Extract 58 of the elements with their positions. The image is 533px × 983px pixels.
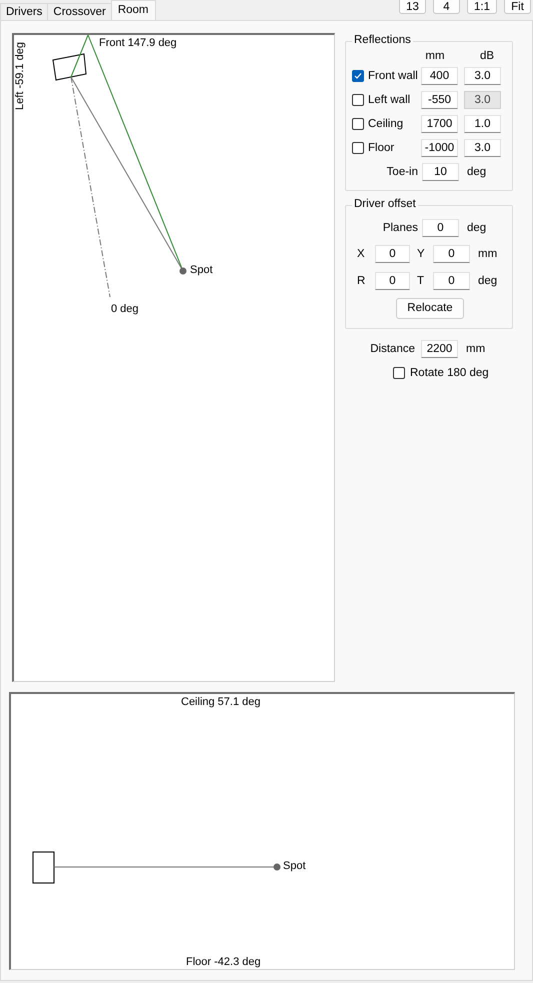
- checkbox[interactable]: [352, 94, 364, 106]
- floor-angle-label: Floor -42.3 deg: [186, 956, 261, 968]
- zoom-button[interactable]: 13: [399, 0, 426, 14]
- input-field[interactable]: -1000: [421, 139, 458, 157]
- left-angle-label: Left -59.1 deg: [14, 42, 26, 110]
- input-field[interactable]: 0: [433, 272, 470, 290]
- tab[interactable]: Drivers: [0, 3, 48, 20]
- unit-label: deg: [467, 166, 486, 178]
- input-field[interactable]: 0: [375, 272, 410, 290]
- front-angle-label: Front 147.9 deg: [99, 37, 177, 49]
- group-title: Driver offset: [352, 198, 418, 210]
- ceiling-angle-label: Ceiling 57.1 deg: [181, 696, 261, 708]
- field-label: X: [357, 248, 366, 260]
- field-label: Y: [417, 248, 426, 260]
- column-header: dB: [478, 50, 496, 62]
- input-field[interactable]: 0: [433, 244, 470, 262]
- unit-label: mm: [466, 343, 486, 355]
- axis-label: 0 deg: [111, 303, 139, 315]
- speaker-drawing: [32, 852, 54, 884]
- field-label: Planes: [382, 222, 418, 234]
- column-header: mm: [424, 50, 446, 62]
- group-title: Reflections: [352, 34, 413, 46]
- input-field[interactable]: -550: [421, 91, 458, 109]
- field-label: Toe-in: [386, 166, 418, 178]
- unit-label: mm: [478, 248, 498, 260]
- checkbox[interactable]: [393, 367, 405, 379]
- field-label: R: [357, 274, 366, 286]
- zoom-button[interactable]: Fit: [504, 0, 531, 14]
- relocate-button[interactable]: Relocate: [396, 298, 464, 318]
- field-label: T: [417, 274, 426, 286]
- spot-label: Spot: [190, 264, 213, 276]
- unit-label: deg: [467, 222, 486, 234]
- spot-marker: [180, 268, 186, 274]
- zoom-button[interactable]: 1:1: [467, 0, 497, 14]
- checkbox-label: Ceiling: [368, 118, 404, 130]
- field-label: Distance: [369, 343, 415, 355]
- spot-label: Spot: [283, 860, 306, 872]
- tab[interactable]: Room: [110, 0, 156, 20]
- input-field[interactable]: 10: [422, 163, 459, 181]
- unit-label: deg: [478, 274, 498, 286]
- input-field[interactable]: 0: [375, 244, 410, 262]
- checkbox[interactable]: [352, 142, 364, 154]
- zoom-button[interactable]: 4: [433, 0, 460, 14]
- input-field[interactable]: 400: [421, 67, 458, 85]
- spot-marker: [274, 864, 280, 870]
- input-field[interactable]: 1700: [421, 115, 458, 133]
- checkbox-label: Rotate 180 deg: [410, 367, 489, 379]
- checkbox[interactable]: [352, 70, 364, 82]
- speaker-drawing: [52, 53, 87, 81]
- checkbox-label: Front wall: [368, 70, 419, 82]
- input-field[interactable]: 2200: [421, 340, 458, 358]
- input-field[interactable]: 3.0: [464, 139, 501, 157]
- checkbox-label: Floor: [368, 142, 396, 154]
- input-field[interactable]: 1.0: [464, 115, 501, 133]
- input-field[interactable]: 3.0: [464, 67, 501, 85]
- checkbox[interactable]: [352, 118, 364, 130]
- input-field[interactable]: 0: [422, 219, 459, 237]
- checkbox-label: Left wall: [368, 94, 412, 106]
